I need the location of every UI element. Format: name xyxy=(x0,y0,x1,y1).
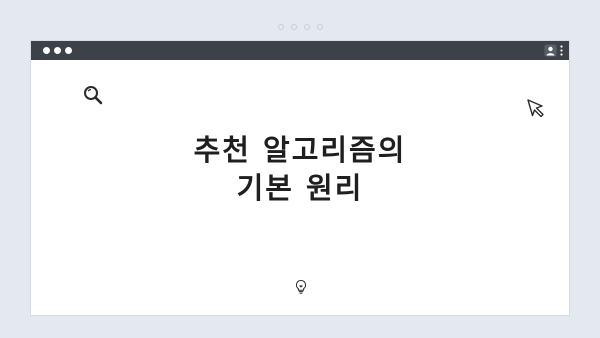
title-line: 기본 원리 xyxy=(236,171,364,205)
page-dot[interactable] xyxy=(303,24,310,30)
page-dot[interactable] xyxy=(316,24,323,30)
search-icon xyxy=(84,86,103,105)
titlebar-actions xyxy=(544,44,563,57)
kebab-menu-icon[interactable] xyxy=(560,44,563,57)
window-controls xyxy=(43,47,72,54)
page-title: 추천 알고리즘의 기본 원리 xyxy=(31,131,569,207)
page-dot[interactable] xyxy=(277,24,284,30)
close-window-button[interactable] xyxy=(43,47,50,54)
page-indicator xyxy=(0,24,600,30)
title-line: 추천 알고리즘의 xyxy=(193,133,407,167)
window-titlebar xyxy=(31,41,569,60)
zoom-window-button[interactable] xyxy=(65,47,72,54)
user-icon[interactable] xyxy=(544,44,557,57)
minimize-window-button[interactable] xyxy=(54,47,61,54)
cursor-icon xyxy=(527,99,544,118)
page-dot[interactable] xyxy=(290,24,297,30)
lightbulb-icon xyxy=(295,279,307,294)
browser-window: 추천 알고리즘의 기본 원리 xyxy=(30,40,570,316)
